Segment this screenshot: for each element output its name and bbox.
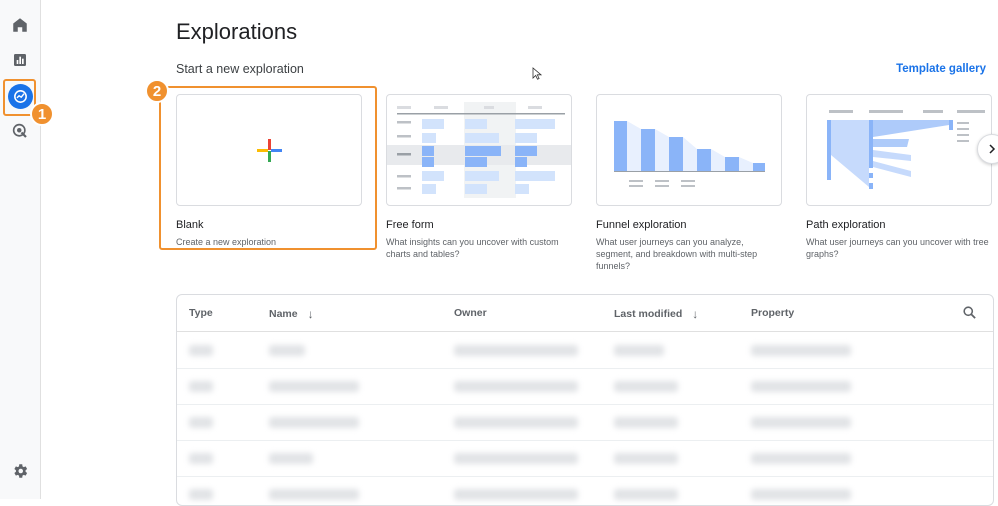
funnel-illustration [614, 121, 765, 187]
section-title: Start a new exploration [176, 62, 304, 76]
search-icon[interactable] [962, 305, 977, 325]
mouse-cursor-icon [532, 67, 543, 85]
chevron-right-icon [989, 144, 996, 154]
plus-icon [257, 139, 282, 162]
free-form-thumbnail[interactable] [386, 94, 572, 206]
page-title: Explorations [176, 19, 298, 44]
column-header-name[interactable]: Name ↓ [269, 307, 314, 321]
column-header-owner[interactable]: Owner [454, 307, 487, 319]
settings-icon[interactable] [8, 459, 32, 483]
column-header-type[interactable]: Type [189, 307, 213, 319]
table-row[interactable] [177, 404, 993, 441]
card-description: Create a new exploration [176, 237, 277, 247]
template-card-free-form[interactable]: Free form What insights can you uncover … [386, 94, 572, 260]
card-description: What user journeys can you uncover with … [806, 237, 989, 259]
reports-icon[interactable] [8, 48, 32, 72]
table-header: Type Name ↓ Owner Last modified ↓ Property [177, 295, 993, 332]
advertising-icon[interactable] [8, 119, 32, 143]
column-header-property[interactable]: Property [751, 307, 794, 319]
left-nav [0, 0, 41, 499]
card-description: What user journeys can you analyze, segm… [596, 237, 758, 271]
free-form-illustration [387, 102, 571, 198]
card-title: Funnel exploration [596, 219, 687, 231]
step-1-badge: 1 [30, 102, 54, 126]
path-illustration [827, 110, 985, 189]
explorations-table: Type Name ↓ Owner Last modified ↓ Property [176, 294, 994, 506]
template-gallery-link[interactable]: Template gallery [896, 63, 986, 75]
sort-arrow-icon: ↓ [692, 307, 699, 321]
explore-icon[interactable] [8, 84, 33, 109]
home-icon[interactable] [8, 13, 32, 37]
card-description: What insights can you uncover with custo… [386, 237, 559, 259]
template-card-funnel[interactable]: Funnel exploration What user journeys ca… [596, 94, 782, 272]
funnel-thumbnail[interactable] [596, 94, 782, 206]
card-title: Free form [386, 219, 434, 231]
blank-thumbnail[interactable] [176, 94, 362, 206]
card-title: Blank [176, 219, 204, 231]
sort-arrow-icon: ↓ [307, 307, 314, 321]
step-2-badge: 2 [145, 79, 169, 103]
template-card-path[interactable]: Path exploration What user journeys can … [806, 94, 992, 260]
template-card-blank[interactable]: Blank Create a new exploration [176, 94, 362, 248]
table-row[interactable] [177, 332, 993, 369]
table-row[interactable] [177, 476, 993, 505]
path-thumbnail[interactable] [806, 94, 992, 206]
table-row[interactable] [177, 440, 993, 477]
column-header-last-modified[interactable]: Last modified ↓ [614, 307, 698, 321]
card-title: Path exploration [806, 219, 886, 231]
table-row[interactable] [177, 368, 993, 405]
